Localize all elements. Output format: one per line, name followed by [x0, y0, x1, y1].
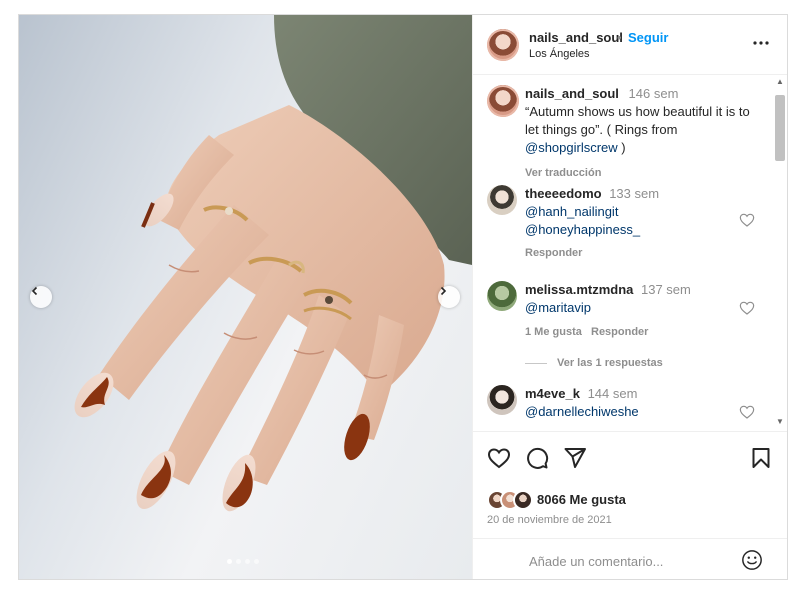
- comment-username[interactable]: melissa.mtzmdna: [525, 282, 633, 297]
- caption-time[interactable]: 146 sem: [629, 86, 679, 101]
- author-username[interactable]: nails_and_soul: [529, 30, 623, 45]
- comment-icon[interactable]: [525, 446, 549, 470]
- comments-list: nails_and_soul 146 sem “Autumn shows us …: [473, 75, 787, 431]
- comment-like-heart-icon[interactable]: [739, 212, 755, 228]
- carousel-dot: [227, 559, 232, 564]
- next-photo-button[interactable]: [438, 286, 460, 308]
- carousel-dot: [254, 559, 259, 564]
- comment: theeeedomo 133 sem @hanh_nailingit @hone…: [525, 185, 735, 239]
- comment-avatar[interactable]: [487, 385, 517, 415]
- comment-mention[interactable]: @darnellechiweshe: [525, 404, 639, 419]
- comment-time[interactable]: 137 sem: [641, 282, 691, 297]
- comment-username[interactable]: m4eve_k: [525, 386, 580, 401]
- add-comment-bar: [473, 538, 787, 579]
- follow-button[interactable]: Seguir: [628, 30, 668, 45]
- see-translation-button[interactable]: Ver traducción: [525, 167, 601, 179]
- reply-button[interactable]: Responder: [525, 247, 582, 259]
- comment-avatar[interactable]: [487, 281, 517, 311]
- view-replies-button[interactable]: Ver las 1 respuestas: [557, 357, 663, 369]
- comment-likes-count[interactable]: 1 Me gusta: [525, 326, 582, 338]
- liked-by-avatars[interactable]: [487, 490, 535, 510]
- caption-text: “Autumn shows us how beautiful it is to …: [525, 104, 750, 137]
- heart-icon[interactable]: [487, 446, 511, 470]
- scroll-down-arrow-icon[interactable]: ▼: [775, 417, 785, 427]
- carousel-dot: [236, 559, 241, 564]
- chevron-right-icon: [440, 286, 447, 296]
- comment-time[interactable]: 144 sem: [588, 386, 638, 401]
- comment-mention[interactable]: @hanh_nailingit: [525, 204, 618, 219]
- caption: nails_and_soul 146 sem “Autumn shows us …: [525, 85, 763, 157]
- carousel-indicator: [227, 559, 259, 564]
- post-date[interactable]: 20 de noviembre de 2021: [487, 514, 612, 526]
- comment-time[interactable]: 133 sem: [609, 186, 659, 201]
- liker-avatar: [513, 490, 533, 510]
- post-actions: 8066 Me gusta 20 de noviembre de 2021: [473, 431, 787, 579]
- replies-divider: [525, 363, 547, 364]
- post-photo: [19, 15, 472, 579]
- comment: m4eve_k 144 sem @darnellechiweshe: [525, 385, 735, 421]
- likes-count[interactable]: 8066 Me gusta: [537, 492, 626, 507]
- more-options-button[interactable]: [751, 33, 771, 53]
- author-avatar[interactable]: [487, 29, 519, 61]
- chevron-left-icon: [31, 286, 38, 296]
- emoji-icon[interactable]: [741, 549, 763, 571]
- comment-like-heart-icon[interactable]: [739, 300, 755, 316]
- carousel-dot: [245, 559, 250, 564]
- comment-username[interactable]: theeeedomo: [525, 186, 602, 201]
- more-horizontal-icon: [753, 41, 769, 45]
- add-comment-input[interactable]: [529, 551, 729, 571]
- post-header: nails_and_soul • Seguir Los Ángeles: [473, 15, 787, 75]
- post-dialog: nails_and_soul • Seguir Los Ángeles nail…: [18, 14, 788, 580]
- send-icon[interactable]: [563, 446, 587, 470]
- previous-photo-button[interactable]: [30, 286, 52, 308]
- nails-photo-illustration: [74, 15, 472, 512]
- scroll-thumb[interactable]: [775, 95, 785, 161]
- comment: melissa.mtzmdna 137 sem @maritavip: [525, 281, 735, 317]
- comment-avatar[interactable]: [487, 185, 517, 215]
- post-location[interactable]: Los Ángeles: [529, 48, 590, 60]
- scroll-up-arrow-icon[interactable]: ▲: [775, 77, 785, 87]
- comments-scrollbar[interactable]: ▲ ▼: [773, 75, 787, 431]
- reply-button[interactable]: Responder: [591, 326, 648, 338]
- post-side-panel: nails_and_soul • Seguir Los Ángeles nail…: [472, 15, 787, 579]
- caption-mention[interactable]: @shopgirlscrew: [525, 140, 618, 155]
- comment-mention[interactable]: @honeyhappiness_: [525, 222, 640, 237]
- caption-avatar[interactable]: [487, 85, 519, 117]
- bookmark-icon[interactable]: [749, 446, 773, 470]
- comment-like-heart-icon[interactable]: [739, 404, 755, 420]
- caption-username[interactable]: nails_and_soul: [525, 86, 619, 101]
- comment-mention[interactable]: @maritavip: [525, 300, 591, 315]
- header-separator: •: [617, 30, 622, 45]
- caption-text-end: ): [617, 140, 626, 155]
